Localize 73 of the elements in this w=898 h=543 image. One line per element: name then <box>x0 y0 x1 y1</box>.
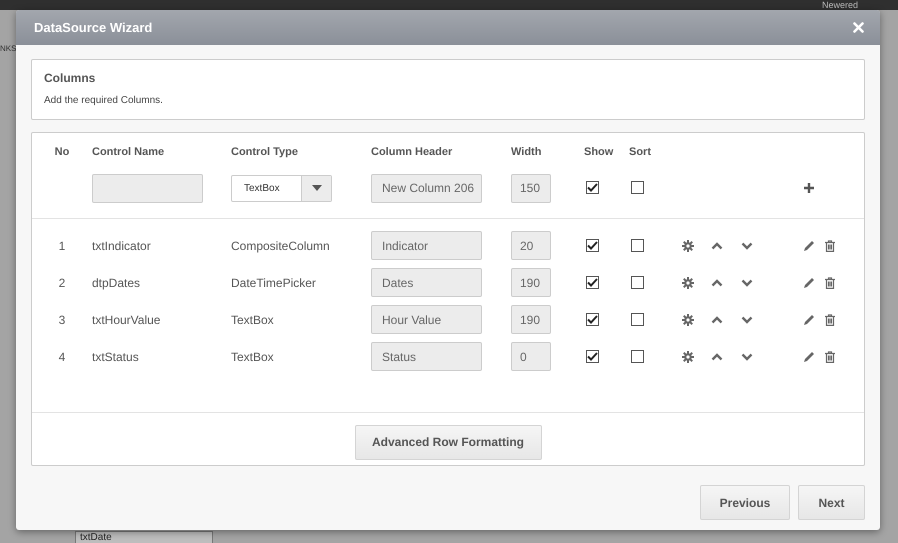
column-header-input[interactable]: Indicator <box>371 231 482 260</box>
delete-icon[interactable] <box>825 314 835 326</box>
row-number: 3 <box>58 312 66 326</box>
column-header: Sort <box>629 146 652 158</box>
edit-icon[interactable] <box>802 350 814 362</box>
wizard-nav-button[interactable]: Next <box>798 485 865 520</box>
section-title: Columns <box>44 71 96 85</box>
width-input[interactable]: 190 <box>511 268 551 297</box>
delete-icon[interactable] <box>825 350 835 362</box>
move-up-icon[interactable] <box>711 278 723 286</box>
move-down-icon[interactable] <box>741 316 753 324</box>
sort-checkbox[interactable] <box>631 276 644 289</box>
column-header-input[interactable]: Status <box>371 342 482 371</box>
row-number: 2 <box>58 276 66 290</box>
edit-icon[interactable] <box>802 276 814 288</box>
delete-icon[interactable] <box>825 276 835 288</box>
column-header-input[interactable]: Dates <box>371 268 482 297</box>
column-header-input[interactable]: Hour Value <box>371 305 482 334</box>
settings-icon[interactable] <box>682 350 694 362</box>
control-name-input[interactable] <box>92 174 203 202</box>
delete-icon[interactable] <box>825 240 835 252</box>
control-name-cell-text: txtHourValue <box>92 312 162 326</box>
sort-checkbox[interactable] <box>631 238 644 252</box>
row-number: 4 <box>58 350 66 364</box>
settings-icon[interactable] <box>682 314 694 326</box>
header-text: NKS <box>0 44 16 53</box>
column-header: Column Header <box>371 146 454 158</box>
width-input[interactable]: 150 <box>511 174 551 202</box>
show-checkbox[interactable] <box>586 350 599 363</box>
edit-icon[interactable] <box>802 314 814 326</box>
move-up-icon[interactable] <box>711 242 723 250</box>
column-header: Control Type <box>231 146 300 158</box>
control-type-cell-text: TextBox <box>231 312 275 326</box>
show-checkbox[interactable] <box>586 181 599 194</box>
width-input[interactable]: 190 <box>511 305 551 334</box>
column-header: No <box>54 146 70 158</box>
user-name: Newered <box>822 0 858 10</box>
row-number: 1 <box>58 238 66 252</box>
move-down-icon[interactable] <box>741 352 753 360</box>
move-up-icon[interactable] <box>711 352 723 360</box>
advanced-row-formatting-button[interactable]: Advanced Row Formatting <box>354 424 542 460</box>
control-name-cell-text: dtpDates <box>92 276 142 290</box>
control-type-cell-text: CompositeColumn <box>231 238 331 252</box>
column-header-input[interactable]: New Column 206 <box>371 174 482 202</box>
show-checkbox[interactable] <box>586 312 599 326</box>
background-field: txtDate <box>75 531 213 543</box>
sort-checkbox[interactable] <box>631 350 644 363</box>
edit-icon[interactable] <box>802 240 814 252</box>
add-icon[interactable] <box>804 183 814 193</box>
move-down-icon[interactable] <box>741 242 753 250</box>
column-header: Show <box>584 146 614 158</box>
settings-icon[interactable] <box>682 276 694 288</box>
control-type-cell-text: DateTimePicker <box>231 276 317 290</box>
caret-icon <box>312 185 322 191</box>
sort-checkbox[interactable] <box>631 181 644 194</box>
show-checkbox[interactable] <box>586 276 599 289</box>
column-header: Width <box>511 146 542 158</box>
width-input[interactable]: 20 <box>511 231 551 260</box>
control-name-cell-text: txtIndicator <box>92 238 152 252</box>
sort-checkbox[interactable] <box>631 312 644 326</box>
control-type-dropdown[interactable]: TextBox <box>231 174 332 202</box>
move-down-icon[interactable] <box>741 278 753 286</box>
width-input[interactable]: 0 <box>511 342 551 371</box>
window-title: DataSource Wizard <box>34 20 152 35</box>
control-name-cell-text: txtStatus <box>92 350 140 364</box>
show-checkbox[interactable] <box>586 238 599 252</box>
column-header: Control Name <box>92 146 166 158</box>
wizard-nav-button[interactable]: Previous <box>700 485 790 520</box>
close-icon[interactable] <box>853 22 864 33</box>
section-description: Add the required Columns. <box>44 95 164 106</box>
move-up-icon[interactable] <box>711 316 723 324</box>
control-type-cell-text: TextBox <box>231 350 275 364</box>
settings-icon[interactable] <box>682 240 694 252</box>
